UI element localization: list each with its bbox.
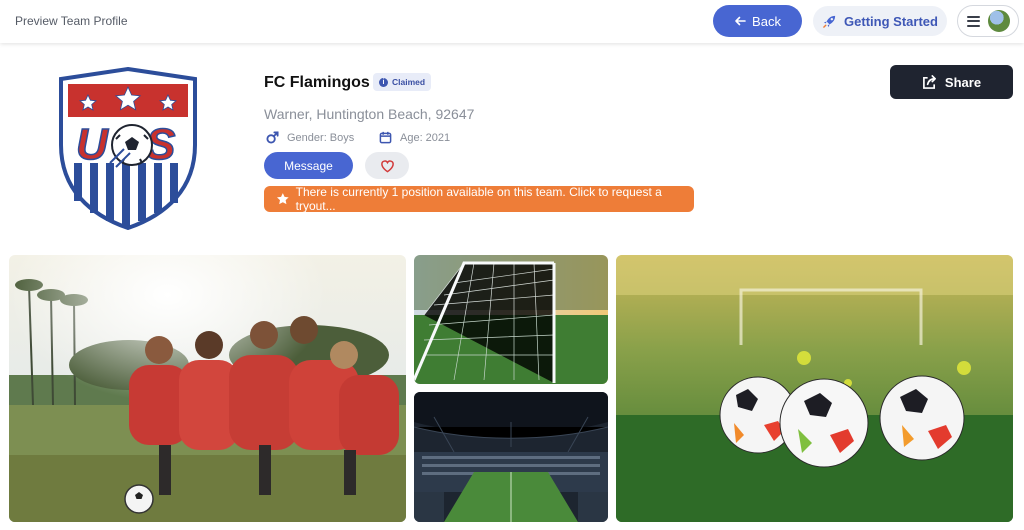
rocket-icon <box>823 15 836 28</box>
hamburger-icon <box>966 15 980 27</box>
tryout-text: There is currently 1 position available … <box>295 185 662 213</box>
info-icon: i <box>379 77 388 87</box>
gallery-photo-soccer-balls[interactable] <box>616 255 1013 522</box>
back-button[interactable]: Back <box>713 5 802 37</box>
back-button-label: Back <box>752 13 781 29</box>
top-bar: Preview Team Profile Back Getting Starte… <box>0 0 1024 43</box>
claimed-badge: i Claimed <box>373 73 432 91</box>
calendar-icon <box>379 131 392 144</box>
gallery-photo-team-huddle[interactable] <box>9 255 406 522</box>
tryout-banner[interactable]: There is currently 1 position available … <box>264 185 694 213</box>
team-location: Warner, Huntington Beach, 92647 <box>264 106 475 122</box>
gender-info: Gender: Boys <box>266 131 354 144</box>
page-title: Preview Team Profile <box>15 14 128 28</box>
gallery-photo-goal-net[interactable] <box>414 255 608 384</box>
soccer-balls-image <box>616 255 1013 522</box>
gender-label: Gender: Boys <box>287 131 355 144</box>
age-info: Age: 2021 <box>379 131 450 144</box>
message-button[interactable]: Message <box>264 152 353 179</box>
heart-icon <box>380 159 394 173</box>
favorite-button[interactable] <box>365 152 409 179</box>
getting-started-label: Getting Started <box>844 13 938 29</box>
getting-started-button[interactable]: Getting Started <box>813 6 947 36</box>
arrow-left-icon <box>735 16 746 26</box>
goal-net-image <box>414 255 608 384</box>
age-label: Age: 2021 <box>400 131 451 144</box>
svg-text:U: U <box>76 120 109 169</box>
claimed-label: Claimed <box>392 77 426 87</box>
team-crest-logo: U S <box>59 67 197 230</box>
user-menu-button[interactable] <box>957 5 1019 37</box>
star-icon <box>276 193 289 205</box>
share-label: Share <box>944 74 982 90</box>
male-gender-icon <box>266 131 279 144</box>
gallery-photo-stadium[interactable] <box>414 392 608 522</box>
stadium-image <box>414 392 608 522</box>
share-button[interactable]: Share <box>890 65 1013 99</box>
team-huddle-image <box>9 255 406 522</box>
team-name: FC Flamingos <box>264 74 370 91</box>
avatar <box>987 10 1010 32</box>
share-icon <box>922 75 936 89</box>
